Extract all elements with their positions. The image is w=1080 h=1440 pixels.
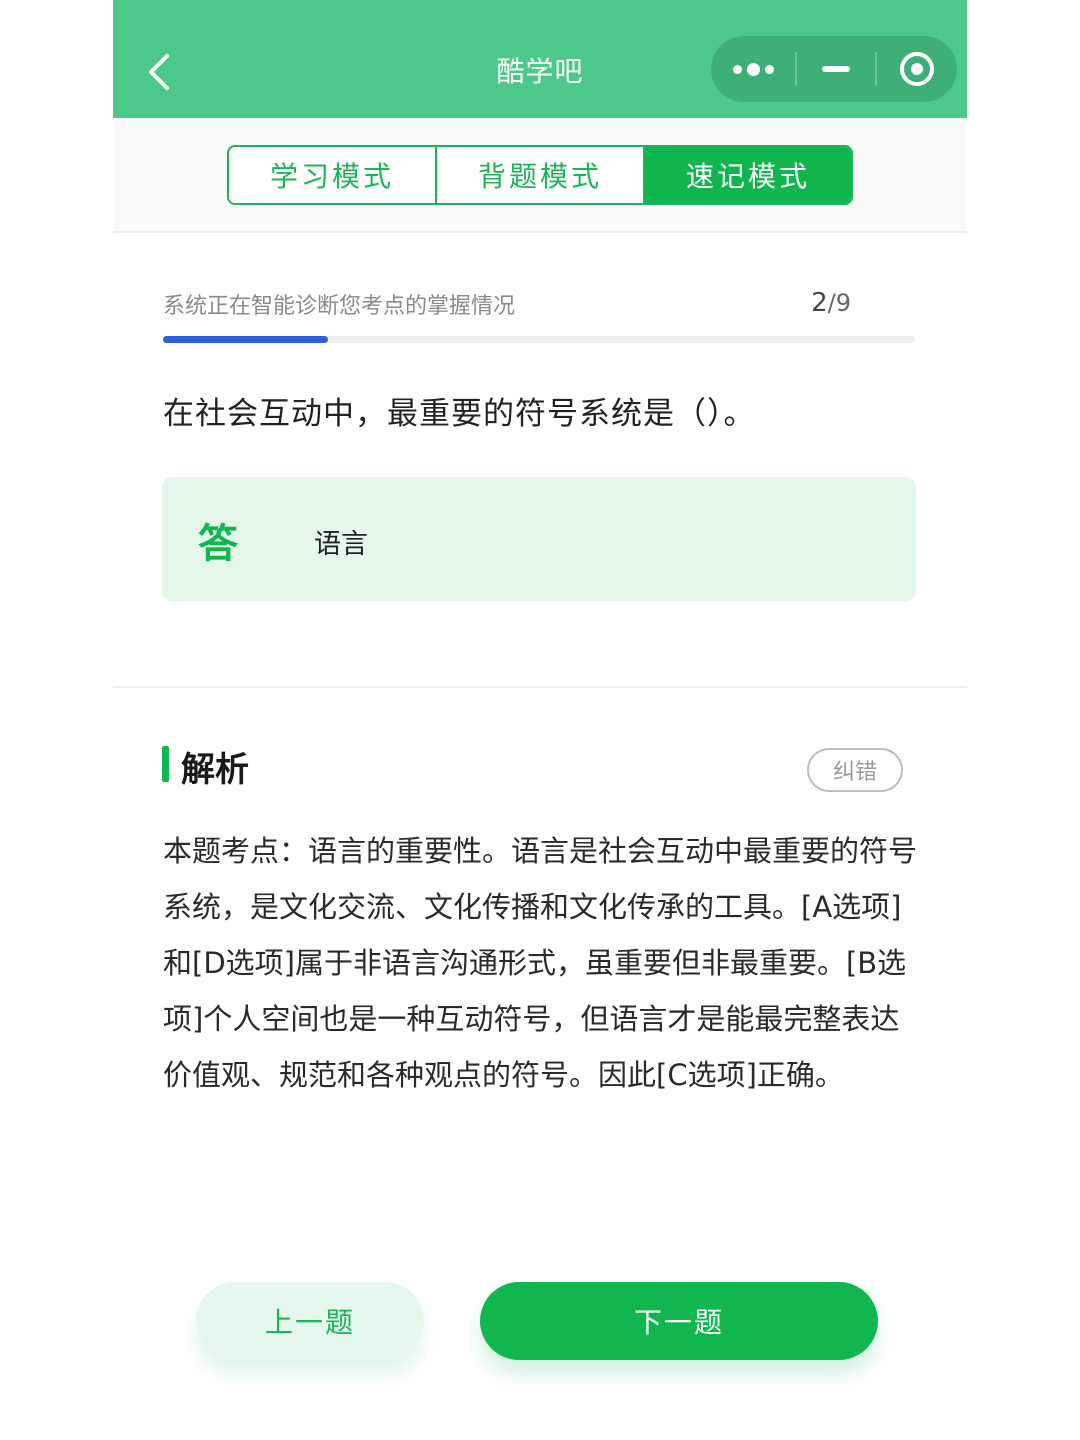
- mini-program-capsule: [711, 36, 957, 102]
- record-circle-icon: [900, 52, 934, 86]
- app-screen: 酷学吧 学习模式 背题模式 速记模式 系统正在智能诊断您考点的掌握情况 2/9 …: [113, 0, 967, 1440]
- more-button[interactable]: [711, 36, 795, 102]
- more-dots-icon: [732, 62, 774, 76]
- minimize-icon: [822, 66, 850, 72]
- close-button[interactable]: [877, 36, 957, 102]
- analysis-title: 解析: [181, 750, 249, 790]
- minimize-button[interactable]: [797, 36, 875, 102]
- answer-box: 答 语言: [162, 477, 916, 601]
- progress-count: 2/9: [811, 288, 851, 318]
- analysis-accent-bar: [162, 746, 169, 782]
- next-question-button[interactable]: 下一题: [480, 1282, 878, 1360]
- answer-text: 语言: [314, 529, 368, 560]
- report-error-button[interactable]: 纠错: [807, 748, 903, 792]
- tab-study-mode[interactable]: 学习模式: [229, 147, 437, 203]
- previous-question-button[interactable]: 上一题: [196, 1282, 424, 1360]
- progress-fill: [163, 336, 329, 343]
- answer-mark: 答: [198, 521, 238, 567]
- progress-total: /9: [827, 289, 851, 317]
- section-divider: [113, 686, 967, 688]
- progress-current: 2: [811, 288, 828, 318]
- question-text: 在社会互动中，最重要的符号系统是（）。: [163, 396, 756, 432]
- tab-recite-mode[interactable]: 背题模式: [437, 147, 645, 203]
- progress-bar: [163, 336, 915, 343]
- analysis-body: 本题考点：语言的重要性。语言是社会互动中最重要的符号系统，是文化交流、文化传播和…: [163, 834, 918, 1092]
- navigation-bar: 酷学吧: [113, 0, 967, 118]
- progress-text: 系统正在智能诊断您考点的掌握情况: [163, 294, 516, 319]
- tab-quick-memory-mode[interactable]: 速记模式: [645, 147, 851, 203]
- mode-tabs: 学习模式 背题模式 速记模式: [227, 145, 853, 205]
- mode-tabs-area: 学习模式 背题模式 速记模式: [113, 118, 967, 233]
